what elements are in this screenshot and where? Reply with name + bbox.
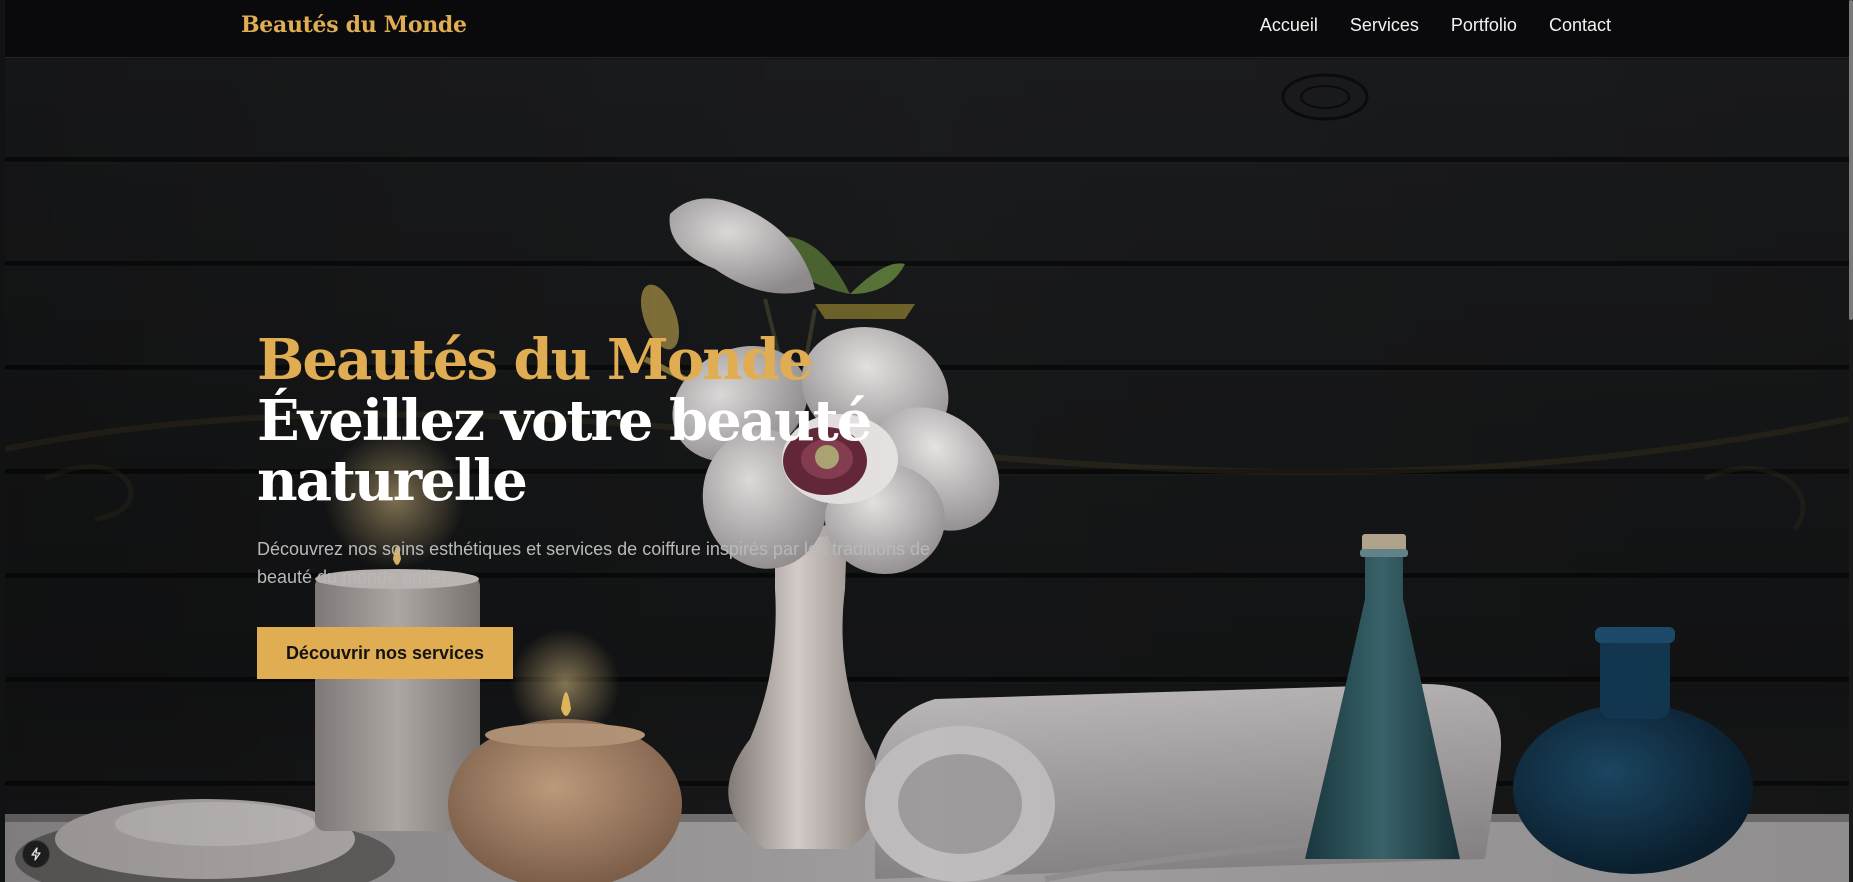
hero-description: Découvrez nos soins esthétiques et servi… bbox=[257, 539, 931, 587]
hero-title: Éveillez votre beauté naturelle bbox=[257, 388, 872, 514]
nav-link-accueil[interactable]: Accueil bbox=[1260, 15, 1318, 36]
site-header: Beautés du Monde Accueil Services Portfo… bbox=[5, 0, 1849, 58]
page: Beautés du Monde Accueil Services Portfo… bbox=[0, 0, 1853, 882]
lightning-icon bbox=[31, 847, 41, 861]
nav-link-services[interactable]: Services bbox=[1350, 15, 1419, 36]
dev-tools-badge[interactable] bbox=[22, 840, 50, 868]
scrollbar-thumb[interactable] bbox=[1849, 0, 1853, 320]
nav-link-contact[interactable]: Contact bbox=[1549, 15, 1611, 36]
nav-link-portfolio[interactable]: Portfolio bbox=[1451, 15, 1517, 36]
hero-brand: Beautés du Monde bbox=[257, 327, 814, 393]
hero-content: Beautés du Monde Éveillez votre beauté n… bbox=[257, 329, 977, 679]
discover-services-button[interactable]: Découvrir nos services bbox=[257, 627, 513, 679]
hero-section: Beautés du Monde Éveillez votre beauté n… bbox=[5, 59, 1849, 882]
page-scrollbar[interactable] bbox=[1849, 0, 1853, 882]
site-logo[interactable]: Beautés du Monde bbox=[241, 12, 467, 38]
main-nav: Accueil Services Portfolio Contact bbox=[1260, 15, 1611, 36]
